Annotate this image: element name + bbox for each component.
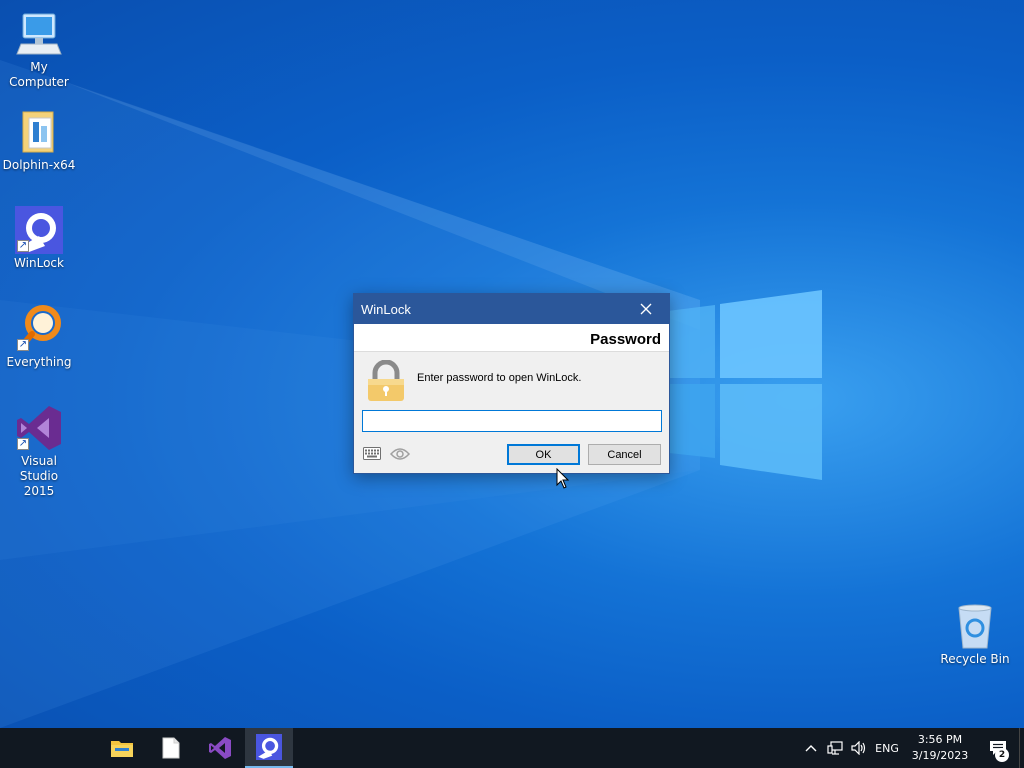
taskbar-app-visual-studio[interactable] [196, 728, 244, 768]
recycle-bin-icon [951, 602, 999, 650]
visual-studio-icon: ↗ [15, 404, 63, 452]
volume-button[interactable] [847, 728, 871, 768]
chevron-up-icon [805, 745, 817, 752]
notification-count-badge: 2 [995, 748, 1009, 762]
computer-icon [15, 10, 63, 58]
close-icon [640, 303, 652, 315]
taskbar-app-file-explorer[interactable] [98, 728, 146, 768]
desktop-icon-label: Everything [6, 355, 72, 369]
winlock-icon [256, 734, 282, 760]
taskbar: ENG 3:56 PM 3/19/2023 2 [0, 728, 1024, 768]
desktop-icon-label: Visual Studio 2015 [19, 454, 59, 498]
cancel-button[interactable]: Cancel [588, 444, 661, 465]
network-button[interactable] [823, 728, 847, 768]
network-icon [827, 741, 843, 755]
dialog-body: Enter password to open WinLock. OK Cance… [354, 352, 669, 474]
padlock-icon [368, 360, 404, 401]
clock[interactable]: 3:56 PM 3/19/2023 [903, 728, 977, 768]
keyboard-icon[interactable] [363, 447, 381, 460]
winlock-icon: ↗ [15, 206, 63, 254]
winlock-password-dialog: WinLock Password Enter password to open … [353, 293, 670, 474]
desktop-icon-everything[interactable]: ↗ Everything [1, 305, 77, 370]
speaker-icon [851, 741, 866, 755]
document-icon [162, 737, 180, 759]
visual-studio-icon [209, 737, 231, 759]
dialog-title: WinLock [361, 301, 411, 317]
desktop-icon-my-computer[interactable]: My Computer [1, 10, 77, 90]
mouse-cursor-icon [556, 468, 570, 489]
taskbar-app-document[interactable] [147, 728, 195, 768]
desktop-icon-label: WinLock [14, 256, 64, 270]
desktop-icon-label: My Computer [9, 60, 69, 89]
desktop-icon-visual-studio[interactable]: ↗ Visual Studio 2015 [1, 404, 77, 499]
dialog-heading: Password [590, 331, 661, 348]
taskbar-app-winlock[interactable] [245, 728, 293, 768]
ok-button[interactable]: OK [507, 444, 580, 465]
folder-icon [111, 741, 133, 757]
windows-logo-wallpaper [660, 290, 822, 480]
shortcut-arrow-icon: ↗ [17, 240, 29, 252]
dialog-message: Enter password to open WinLock. [417, 372, 582, 384]
shortcut-arrow-icon: ↗ [17, 339, 29, 351]
desktop-icon-label: Recycle Bin [940, 652, 1010, 666]
input-language-indicator[interactable]: ENG [871, 728, 903, 768]
close-button[interactable] [623, 294, 669, 324]
folder-icon [15, 108, 63, 156]
show-hidden-icons-button[interactable] [799, 728, 823, 768]
desktop-icon-label: Dolphin-x64 [2, 158, 76, 172]
show-password-eye-icon[interactable] [390, 447, 410, 461]
search-magnifier-icon: ↗ [15, 305, 63, 353]
dialog-header: Password [354, 324, 669, 352]
shortcut-arrow-icon: ↗ [17, 438, 29, 450]
password-input[interactable] [362, 410, 662, 432]
system-tray: ENG 3:56 PM 3/19/2023 2 [799, 728, 1024, 768]
show-desktop-button[interactable] [1019, 728, 1024, 768]
desktop-icon-recycle-bin[interactable]: Recycle Bin [937, 602, 1013, 667]
desktop-icon-winlock[interactable]: ↗ WinLock [1, 206, 77, 271]
dialog-titlebar[interactable]: WinLock [354, 294, 669, 324]
action-center-button[interactable]: 2 [977, 728, 1019, 768]
desktop-icon-dolphin[interactable]: Dolphin-x64 [1, 108, 77, 173]
clock-time: 3:56 PM [917, 733, 963, 746]
clock-date: 3/19/2023 [911, 749, 969, 762]
